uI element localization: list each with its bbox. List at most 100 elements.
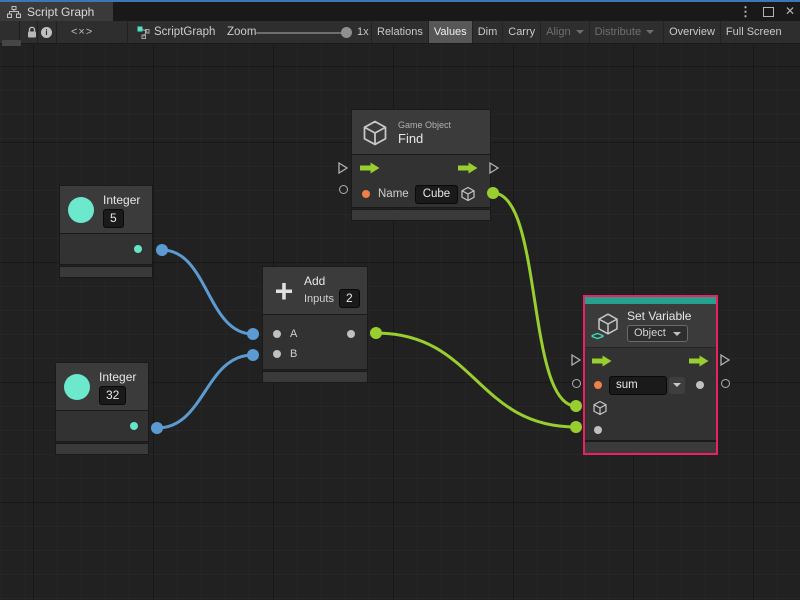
port-label: B: [290, 348, 297, 360]
input-port-b[interactable]: [273, 350, 281, 358]
node-footer: [263, 372, 367, 382]
fullscreen-button[interactable]: Full Screen: [720, 21, 787, 43]
variable-scope-dropdown[interactable]: Object: [627, 325, 688, 342]
wire-endpoint[interactable]: [570, 421, 582, 433]
zoom-slider-handle[interactable]: [341, 27, 352, 38]
cube-icon: [361, 119, 389, 147]
toolbar-buttons: Relations Values Dim Carry Align Distrib…: [371, 21, 787, 43]
flow-output-arrow-icon[interactable]: [689, 355, 709, 367]
node-category: Game Object: [398, 120, 451, 130]
node-body: A B: [263, 315, 367, 369]
value-out-marker-icon[interactable]: [721, 379, 730, 388]
wire-endpoint[interactable]: [151, 422, 163, 434]
node-body: sum: [585, 347, 716, 440]
gameobject-output-port-icon[interactable]: [460, 186, 476, 202]
graph-toolbar: <×> ScriptGraph Zoom 1x Relations Values…: [0, 21, 800, 44]
node-footer: [352, 210, 490, 220]
node-add[interactable]: + Add Inputs 2 A B: [263, 267, 367, 382]
relations-button[interactable]: Relations: [371, 21, 428, 43]
node-body: [60, 234, 152, 264]
node-integer-5[interactable]: Integer 5: [60, 186, 152, 277]
inputs-label: Inputs: [304, 293, 334, 305]
node-header: <> Set Variable Object: [585, 304, 716, 347]
collapsed-panel-handle[interactable]: [2, 40, 21, 46]
output-port[interactable]: [130, 422, 138, 430]
wire-endpoint[interactable]: [156, 244, 168, 256]
integer-value-field[interactable]: 32: [99, 386, 126, 405]
wire-integer-5-output-to-add-input-a[interactable]: [162, 250, 253, 334]
variable-name-port[interactable]: [594, 381, 602, 389]
carry-button[interactable]: Carry: [502, 21, 540, 43]
lock-icon[interactable]: [26, 26, 38, 39]
chevron-down-icon: [673, 332, 681, 336]
node-gameobject-find[interactable]: Game Object Find Name Cube: [352, 110, 490, 220]
inputs-count-field[interactable]: 2: [339, 289, 360, 308]
value-in-marker-icon[interactable]: [572, 379, 581, 388]
chevron-down-icon: [673, 383, 681, 387]
code-angle-icon: <>: [591, 329, 603, 343]
graph-name-label[interactable]: ScriptGraph: [154, 21, 215, 43]
tab-script-graph[interactable]: Script Graph: [0, 2, 113, 21]
node-title: Find: [398, 131, 451, 146]
window-maximize-icon[interactable]: [763, 7, 774, 17]
align-button[interactable]: Align: [540, 21, 588, 43]
plus-icon: +: [270, 276, 298, 306]
wire-find-gameobject-output-to-set-variable-object-input[interactable]: [493, 193, 576, 406]
node-header: Integer 5: [60, 186, 152, 234]
node-header: + Add Inputs 2: [263, 267, 367, 315]
flow-output-arrow-icon[interactable]: [458, 162, 478, 174]
value-output-port[interactable]: [696, 381, 704, 389]
graph-canvas[interactable]: Integer 5 Integer 32: [0, 44, 800, 600]
flow-in-marker-icon[interactable]: [571, 354, 581, 366]
zoom-slider-track[interactable]: [256, 32, 348, 34]
wire-integer-32-output-to-add-input-b[interactable]: [157, 355, 253, 428]
flow-in-marker-icon[interactable]: [338, 162, 348, 174]
variable-name-combo[interactable]: sum: [609, 376, 685, 395]
script-graph-window: Script Graph ⋮ ✕ <×> ScriptGraph Zoom 1x: [0, 0, 800, 600]
tab-title: Script Graph: [27, 5, 94, 19]
window-close-icon[interactable]: ✕: [785, 2, 795, 21]
integer-type-icon: [68, 197, 94, 223]
code-icon[interactable]: <×>: [71, 21, 93, 43]
wire-endpoint[interactable]: [247, 328, 259, 340]
node-integer-32[interactable]: Integer 32: [56, 363, 148, 454]
flow-out-marker-icon[interactable]: [720, 354, 730, 366]
node-header: Game Object Find: [352, 110, 490, 155]
overview-button[interactable]: Overview: [663, 21, 720, 43]
name-value-field[interactable]: Cube: [415, 185, 459, 204]
info-icon[interactable]: [41, 27, 52, 38]
flow-input-arrow-icon[interactable]: [360, 162, 380, 174]
chevron-down-icon: [576, 30, 584, 34]
object-input-port-icon[interactable]: [592, 400, 608, 416]
output-port[interactable]: [134, 245, 142, 253]
node-header: Integer 32: [56, 363, 148, 411]
output-port[interactable]: [347, 330, 355, 338]
zoom-label: Zoom: [227, 21, 256, 43]
window-menu-icon[interactable]: ⋮: [739, 2, 752, 21]
flow-out-marker-icon[interactable]: [489, 162, 499, 174]
wire-endpoint[interactable]: [370, 327, 382, 339]
value-input-port[interactable]: [594, 426, 602, 434]
node-set-variable-selected[interactable]: <> Set Variable Object: [583, 295, 718, 455]
wire-endpoint[interactable]: [247, 349, 259, 361]
wire-endpoint[interactable]: [570, 400, 582, 412]
port-label: A: [290, 328, 297, 340]
integer-value-field[interactable]: 5: [103, 209, 124, 228]
flow-input-arrow-icon[interactable]: [592, 355, 612, 367]
node-footer: [56, 444, 148, 454]
distribute-button[interactable]: Distribute: [589, 21, 659, 43]
variable-name-dropdown-button[interactable]: [669, 377, 685, 394]
values-button[interactable]: Values: [428, 21, 472, 43]
toolbar-divider: [127, 21, 128, 43]
name-input-port[interactable]: [362, 190, 370, 198]
node-title: Integer: [99, 370, 136, 384]
input-port-a[interactable]: [273, 330, 281, 338]
value-in-marker-icon[interactable]: [339, 185, 348, 194]
chevron-down-icon: [646, 30, 654, 34]
wire-add-sum-output-to-set-variable-value-input[interactable]: [376, 333, 576, 427]
window-controls: ⋮ ✕: [739, 2, 795, 21]
node-body: [56, 411, 148, 441]
dim-button[interactable]: Dim: [472, 21, 503, 43]
toolbar-divider: [56, 21, 57, 43]
variable-name-field[interactable]: sum: [609, 376, 667, 395]
